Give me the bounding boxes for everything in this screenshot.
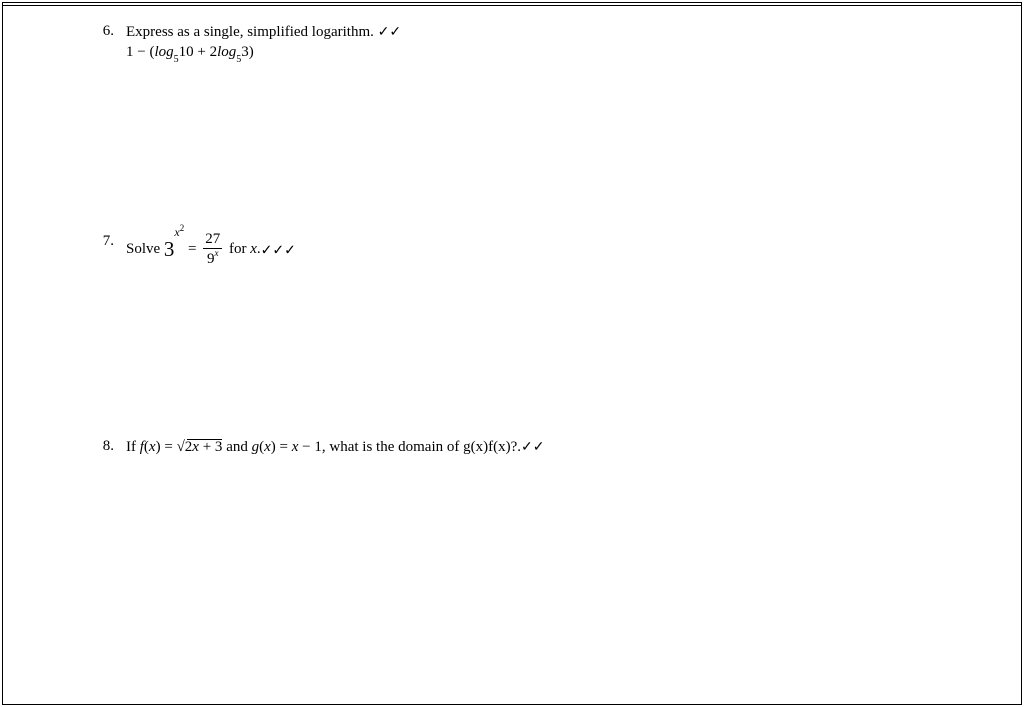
radical-icon: √ xyxy=(177,439,185,455)
base-3: 3 xyxy=(164,236,175,260)
for-text: for xyxy=(225,240,250,256)
paren-x-2: (x) = xyxy=(259,439,292,455)
problem-8-number: 8. xyxy=(98,437,126,457)
problem-7-number: 7. xyxy=(98,232,126,252)
problem-6: 6. Express as a single, simplified logar… xyxy=(98,22,984,64)
problem-7: 7. Solve 3x2 = 279x for x.✓✓✓ xyxy=(98,232,984,267)
check-icon: ✓✓✓ xyxy=(261,241,296,257)
sqrt-expression: √2x + 3 xyxy=(177,438,223,458)
if-text: If xyxy=(126,439,140,455)
g-func: g xyxy=(252,439,260,455)
and-text: and xyxy=(222,439,251,455)
frac-bot: 9x xyxy=(203,249,222,267)
x-minus-1: x − 1 xyxy=(292,439,322,455)
log2-base: 5 xyxy=(236,54,241,65)
problem-7-body: Solve 3x2 = 279x for x.✓✓✓ xyxy=(126,232,984,267)
log-word-1: log xyxy=(154,44,173,60)
content-area: 6. Express as a single, simplified logar… xyxy=(98,22,984,457)
exponent: x2 xyxy=(174,225,184,239)
exp-2: 2 xyxy=(180,223,185,233)
check-icon: ✓✓ xyxy=(378,23,401,39)
question-text: , what is the domain of g(x)f(x)?. xyxy=(322,439,521,455)
problem-8-body: If f(x) = √2x + 3 and g(x) = x − 1, what… xyxy=(126,437,984,458)
problem-8: 8. If f(x) = √2x + 3 and g(x) = x − 1, w… xyxy=(98,437,984,458)
solve-word: Solve xyxy=(126,240,164,256)
x-var: x xyxy=(250,240,257,256)
problem-6-body: Express as a single, simplified logarith… xyxy=(126,22,984,64)
check-icon: ✓✓ xyxy=(521,438,544,454)
frac-top: 27 xyxy=(203,232,222,249)
frac-bot-exp: x xyxy=(214,248,218,258)
expr-prefix: 1 − ( xyxy=(126,44,154,60)
problem-6-prompt-line: Express as a single, simplified logarith… xyxy=(126,22,984,43)
log-word-2: log xyxy=(217,44,236,60)
log1-arg: 10 + 2 xyxy=(179,44,217,60)
paren-x-1: (x) = xyxy=(144,439,177,455)
log1-base: 5 xyxy=(174,54,179,65)
log2-arg: 3) xyxy=(241,44,254,60)
problem-6-number: 6. xyxy=(98,22,126,42)
problem-6-expression: 1 − (log510 + 2log53) xyxy=(126,43,984,64)
sqrt-vinculum xyxy=(187,439,223,440)
fraction: 279x xyxy=(203,232,222,267)
equals: = xyxy=(184,240,200,256)
problem-6-prompt: Express as a single, simplified logarith… xyxy=(126,24,374,40)
sqrt-arg: 2x + 3 xyxy=(185,439,223,455)
top-rule xyxy=(2,5,1022,6)
